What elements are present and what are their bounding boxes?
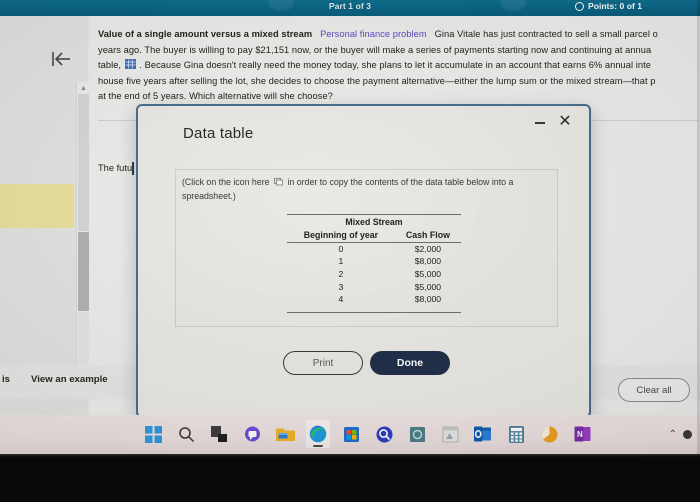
circle-progress-icon	[575, 1, 585, 11]
cell-year: 0	[338, 243, 344, 254]
table-row: 4 $8,000	[287, 293, 461, 307]
view-example-link[interactable]: View an example	[31, 374, 108, 385]
problem-statement: Value of a single amount versus a mixed …	[98, 27, 700, 105]
table-row: 3 $5,000	[287, 280, 461, 293]
scrollbar-thumb[interactable]	[78, 232, 89, 311]
task-view-icon[interactable]	[207, 420, 231, 448]
cell-year: 1	[338, 256, 344, 267]
table-span-header: Mixed Stream	[287, 214, 461, 229]
scrollbar-track-upper[interactable]	[78, 94, 89, 231]
chevron-up-icon[interactable]: ⌃	[669, 429, 677, 440]
dialog-content-panel: (Click on the icon here in order to copy…	[175, 169, 558, 327]
truncated-text: is	[2, 374, 11, 385]
problem-title: Value of a single amount versus a mixed …	[98, 29, 313, 39]
taskbar-icon-group: N	[141, 418, 594, 450]
table-row: 1 $8,000	[287, 255, 461, 268]
taskbar-tray: ⌃	[669, 415, 696, 454]
problem-body-4: house five years after selling the lot, …	[98, 75, 656, 86]
cell-cashflow: $2,000	[414, 243, 442, 254]
problem-body-5: at the end of 5 years. Which alternative…	[98, 91, 333, 101]
calculator-icon[interactable]	[504, 420, 528, 448]
text-cursor	[132, 162, 134, 175]
start-button-icon[interactable]	[141, 420, 165, 448]
done-button[interactable]: Done	[370, 351, 450, 375]
table-row: 0 $2,000	[287, 242, 461, 255]
cell-cashflow: $8,000	[414, 294, 442, 305]
table-body: 0 $2,000 1 $8,000 2 $5,000 3 $5,000 4 $8…	[287, 242, 461, 307]
data-table-grid-icon[interactable]	[124, 59, 136, 69]
monitor-bezel	[0, 454, 700, 502]
left-gutter	[0, 16, 88, 415]
file-explorer-icon[interactable]	[273, 420, 297, 448]
table-span-header-row: Mixed Stream	[287, 214, 461, 229]
chat-icon[interactable]	[240, 420, 264, 448]
problem-subtitle: Personal finance problem	[320, 29, 427, 39]
minimize-icon[interactable]	[531, 114, 549, 132]
cell-year: 2	[338, 269, 344, 280]
problem-body-3-post: . Because Gina doesn't really need the m…	[139, 60, 651, 70]
search-blue-icon[interactable]	[372, 420, 396, 448]
problem-body-3-pre: table,	[98, 60, 122, 70]
clear-all-button[interactable]: Clear all	[618, 378, 690, 402]
quiz-header-bar: Part 1 of 3 Points: 0 of 1	[0, 0, 700, 16]
svg-text:N: N	[577, 430, 583, 439]
cell-year: 4	[338, 294, 344, 305]
onenote-icon[interactable]: N	[570, 420, 594, 448]
problem-body-2: years ago. The buyer is willing to pay $…	[98, 44, 652, 55]
points-indicator: Points: 0 of 1	[575, 1, 642, 11]
orange-circle-icon[interactable]	[537, 420, 561, 448]
close-icon[interactable]: ✕	[555, 112, 575, 132]
table-row: 2 $5,000	[287, 268, 461, 281]
points-label: Points: 0 of 1	[588, 1, 642, 11]
cell-year: 3	[338, 281, 344, 292]
mixed-stream-data-table: Mixed Stream Beginning of year Cash Flow…	[287, 214, 461, 307]
scrollbar-track-lower[interactable]	[78, 312, 89, 364]
column-header-cashflow: Cash Flow	[394, 228, 461, 243]
highlighted-region	[0, 184, 74, 228]
search-icon[interactable]	[174, 420, 198, 448]
print-button[interactable]: Print	[283, 351, 363, 375]
table-bottom-rule	[287, 312, 461, 314]
window-app-icon[interactable]	[438, 420, 462, 448]
cell-cashflow: $8,000	[414, 256, 442, 267]
problem-body-1: Gina Vitale has just contracted to sell …	[434, 29, 658, 39]
vertical-scrollbar[interactable]: ▲ ▼	[76, 82, 89, 376]
monitor-photo-screen: Part 1 of 3 Points: 0 of 1 ▲ ▼	[0, 0, 700, 502]
windows-taskbar: N ⌃	[0, 415, 700, 454]
outlook-icon[interactable]	[471, 420, 495, 448]
cell-cashflow: $5,000	[414, 269, 442, 280]
copy-hint-text: (Click on the icon here in order to copy…	[182, 176, 550, 203]
microsoft-store-icon[interactable]	[339, 420, 363, 448]
teal-app-icon[interactable]	[405, 420, 429, 448]
cell-cashflow: $5,000	[414, 281, 442, 292]
tray-dot-icon[interactable]	[683, 430, 692, 439]
back-arrow-icon[interactable]	[48, 46, 74, 72]
column-header-year: Beginning of year	[287, 228, 395, 243]
dialog-title: Data table	[183, 125, 254, 142]
copy-to-spreadsheet-icon[interactable]	[274, 177, 283, 186]
copy-hint-pre: (Click on the icon here	[182, 177, 270, 187]
answer-prompt-text: The futu	[98, 163, 133, 173]
data-table-dialog: Data table ✕ (Click on the icon here in …	[136, 104, 591, 418]
bezel-sheen	[0, 454, 700, 457]
table-header-row: Beginning of year Cash Flow	[287, 228, 461, 243]
microsoft-edge-icon[interactable]	[306, 420, 330, 448]
